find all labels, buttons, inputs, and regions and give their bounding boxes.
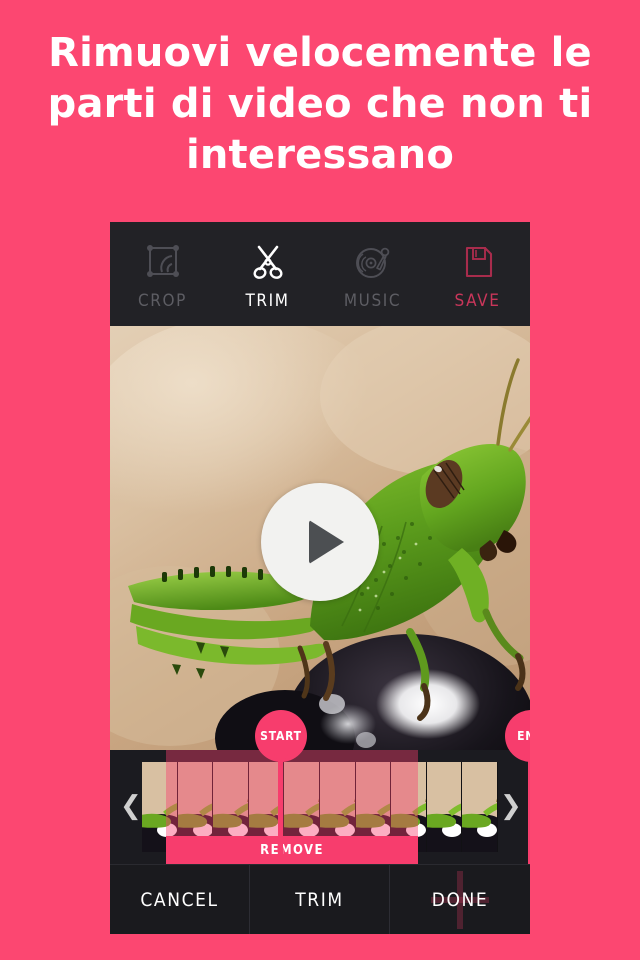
- action-bar: CANCEL TRIM DONE: [110, 864, 530, 934]
- tab-trim[interactable]: TRIM: [215, 222, 320, 326]
- floppy-disk-icon: [465, 246, 492, 277]
- cancel-label: CANCEL: [140, 888, 219, 911]
- chevron-right-icon[interactable]: ❯: [500, 793, 522, 820]
- app-screenshot-frame: CROP TRIM MUSIC SAVE START E ❮ ❯ REMOVE …: [110, 222, 530, 934]
- tab-music-label: MUSIC: [343, 290, 402, 311]
- vinyl-record-icon: [355, 247, 389, 278]
- tab-crop[interactable]: CROP: [110, 222, 215, 326]
- tab-save[interactable]: SAVE: [425, 222, 530, 326]
- play-icon: [308, 520, 344, 564]
- remove-selection-bar[interactable]: REMOVE: [166, 836, 418, 864]
- done-label: DONE: [431, 888, 489, 911]
- remove-label: REMOVE: [260, 842, 324, 858]
- video-preview[interactable]: [110, 326, 530, 750]
- tab-music[interactable]: MUSIC: [320, 222, 425, 326]
- chevron-left-icon[interactable]: ❮: [120, 793, 142, 820]
- page-title: Rimuovi velocemente le parti di video ch…: [47, 30, 593, 178]
- editor-toolbar: CROP TRIM MUSIC SAVE: [110, 222, 530, 326]
- tab-crop-label: CROP: [138, 290, 187, 311]
- filmstrip-thumbnail[interactable]: [462, 762, 498, 852]
- done-button[interactable]: DONE: [390, 865, 530, 934]
- trim-action-label: TRIM: [295, 888, 344, 911]
- trim-button[interactable]: TRIM: [250, 865, 390, 934]
- filmstrip-thumbnail[interactable]: [426, 762, 463, 852]
- tab-save-label: SAVE: [454, 290, 501, 311]
- trim-start-label: START: [260, 729, 302, 743]
- crop-icon: [146, 244, 179, 277]
- play-button[interactable]: [261, 483, 379, 601]
- scissors-icon: [253, 245, 282, 279]
- trim-start-handle-stem[interactable]: [278, 756, 283, 864]
- trim-end-label: END: [517, 729, 530, 743]
- tab-trim-label: TRIM: [245, 290, 290, 311]
- trim-start-marker[interactable]: START: [255, 710, 307, 766]
- cancel-button[interactable]: CANCEL: [110, 865, 250, 934]
- trim-end-handle-stem[interactable]: [528, 756, 530, 864]
